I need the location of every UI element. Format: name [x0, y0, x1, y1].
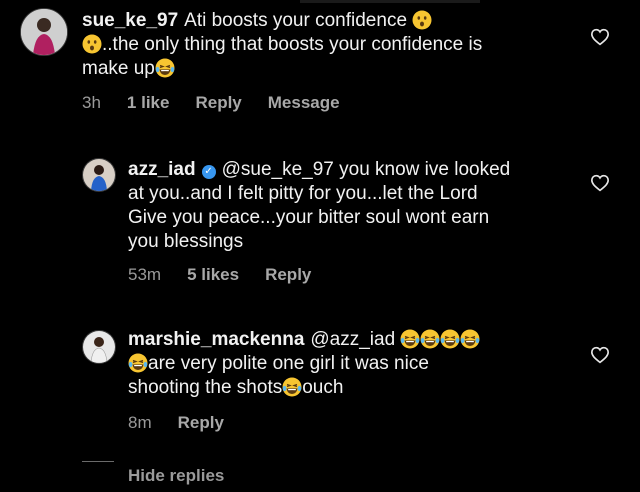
- heart-icon[interactable]: [590, 174, 610, 192]
- tears-of-joy-emoji: [400, 329, 420, 349]
- tears-of-joy-emoji: [282, 377, 302, 397]
- tears-of-joy-emoji: [128, 353, 148, 373]
- timestamp: 3h: [82, 93, 101, 112]
- comment-text: you blessings: [128, 231, 244, 252]
- avatar[interactable]: [82, 158, 116, 192]
- comment-text: Ati boosts your confidence: [184, 10, 408, 31]
- comment-text: at you..and I felt pitty for you...let t…: [128, 183, 478, 204]
- likes-count[interactable]: 1 like: [127, 93, 170, 112]
- avatar[interactable]: [82, 330, 116, 364]
- message-button[interactable]: Message: [268, 93, 340, 112]
- heart-icon[interactable]: [590, 28, 610, 46]
- hide-replies-button[interactable]: Hide replies: [128, 466, 224, 486]
- timestamp: 53m: [128, 265, 162, 284]
- surprised-face-emoji: [412, 10, 432, 30]
- comment-text: shooting the shots: [128, 377, 283, 398]
- comment-text: make up: [82, 58, 155, 79]
- divider-line: [82, 461, 114, 462]
- reply-button[interactable]: Reply: [178, 413, 224, 432]
- heart-icon[interactable]: [590, 346, 610, 364]
- likes-count[interactable]: 5 likes: [187, 265, 239, 284]
- tears-of-joy-emoji: [420, 329, 440, 349]
- username[interactable]: sue_ke_97: [82, 10, 178, 31]
- tears-of-joy-emoji: [440, 329, 460, 349]
- comment-text: @sue_ke_97 you know ive looked: [221, 159, 511, 180]
- top-edge-bar: [300, 0, 480, 3]
- comment-text: are very polite one girl it was nice: [148, 353, 429, 374]
- reply-button[interactable]: Reply: [265, 265, 311, 284]
- surprised-face-emoji: [82, 34, 102, 54]
- reply-button[interactable]: Reply: [195, 93, 241, 112]
- timestamp: 8m: [128, 413, 152, 432]
- tears-of-joy-emoji: [155, 58, 175, 78]
- comment-text: ouch: [302, 377, 344, 398]
- avatar[interactable]: [20, 8, 68, 56]
- username[interactable]: azz_iad: [128, 159, 196, 180]
- username[interactable]: marshie_mackenna: [128, 329, 304, 350]
- comment-text: ..the only thing that boosts your confid…: [102, 34, 483, 55]
- mention-link[interactable]: @azz_iad: [310, 329, 395, 350]
- verified-badge-icon: ✓: [201, 165, 216, 179]
- comment-text: Give you peace...your bitter soul wont e…: [128, 207, 490, 228]
- tears-of-joy-emoji: [460, 329, 480, 349]
